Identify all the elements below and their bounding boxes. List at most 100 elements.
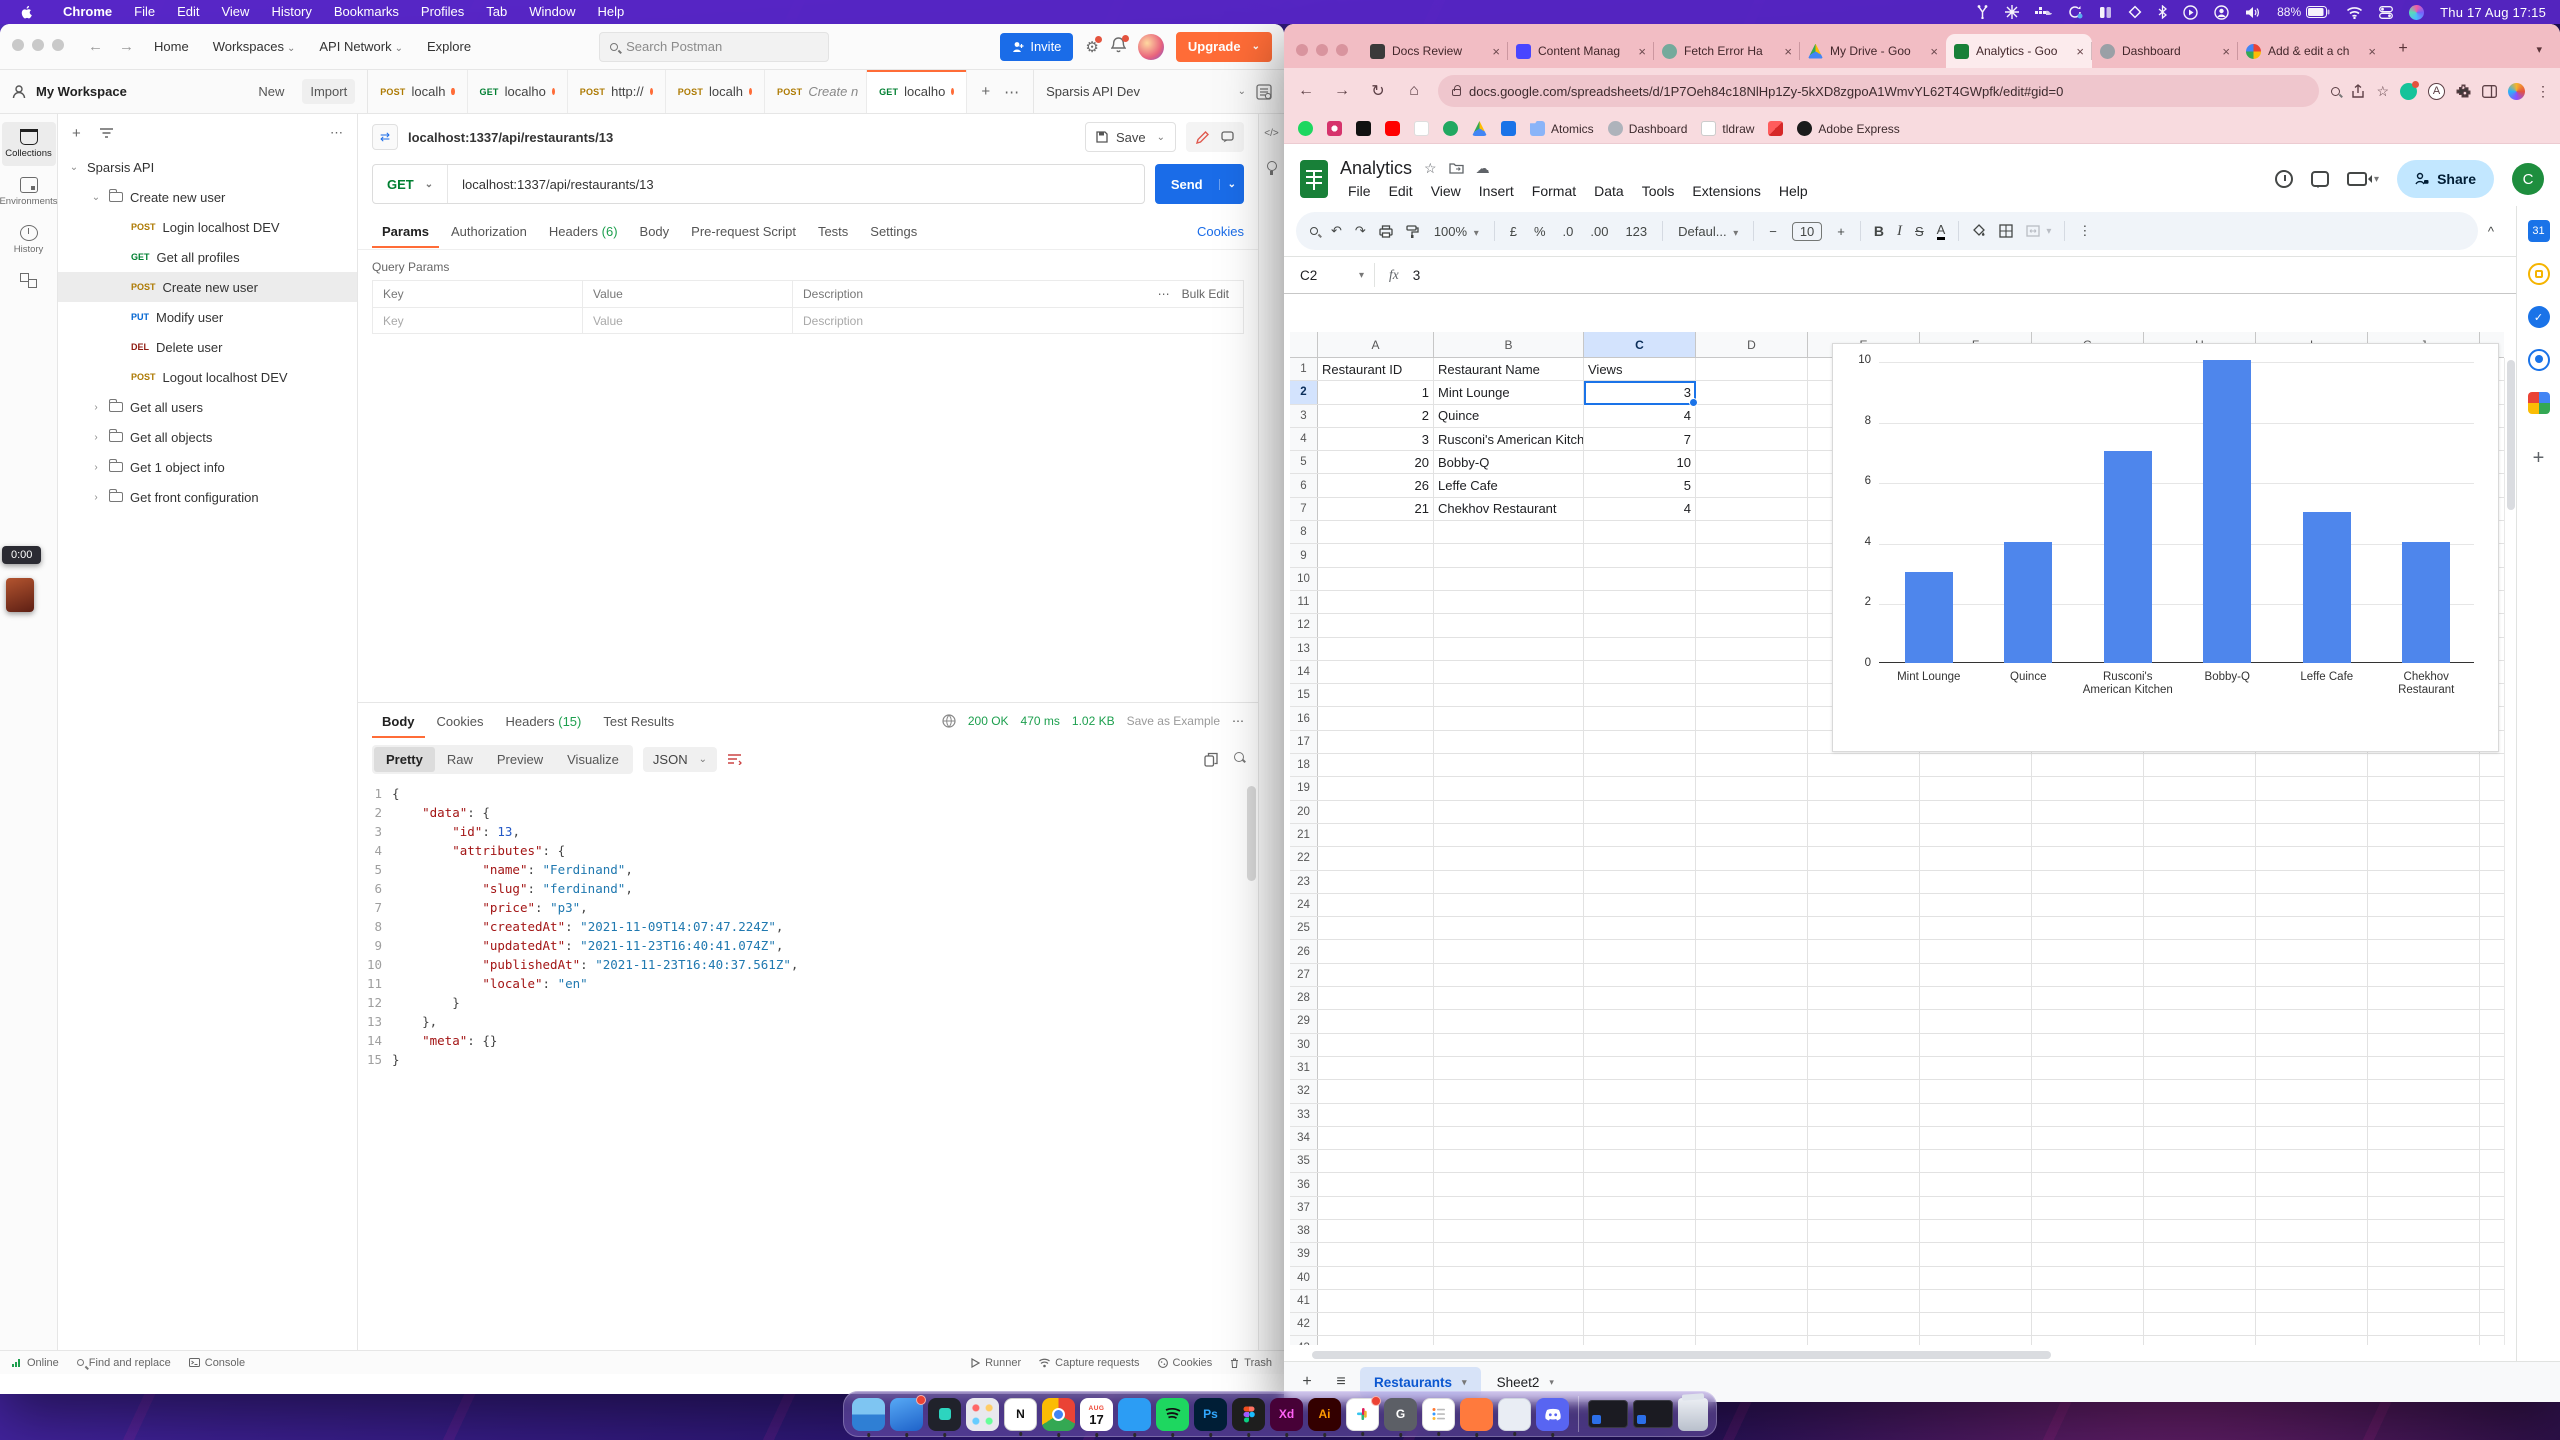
- bulk-edit-link[interactable]: Bulk Edit: [1182, 287, 1229, 301]
- row-header-8[interactable]: 8: [1290, 521, 1318, 543]
- cell-H39[interactable]: [2144, 1243, 2256, 1265]
- nav-home[interactable]: Home: [144, 34, 199, 59]
- cell-E43[interactable]: [1808, 1336, 1920, 1345]
- cell-A11[interactable]: [1318, 591, 1434, 613]
- person-circle-icon[interactable]: [2214, 4, 2229, 20]
- cell-F31[interactable]: [1920, 1057, 2032, 1079]
- dock-finder-icon[interactable]: [852, 1398, 885, 1431]
- nav-workspaces[interactable]: Workspaces⌄: [203, 34, 306, 59]
- decrease-decimals[interactable]: .0: [1561, 224, 1576, 239]
- tree-folder[interactable]: ⌄Create new user: [58, 182, 357, 212]
- cell-G28[interactable]: [2032, 987, 2144, 1009]
- diamond-icon[interactable]: [2128, 4, 2142, 20]
- row-header-20[interactable]: 20: [1290, 801, 1318, 823]
- request-tab-params[interactable]: Params: [372, 215, 439, 248]
- cell-H40[interactable]: [2144, 1267, 2256, 1289]
- row-header-7[interactable]: 7: [1290, 498, 1318, 520]
- sidebar-rail-extra[interactable]: [2, 266, 56, 296]
- find-and-replace[interactable]: Find and replace: [77, 1357, 171, 1369]
- bold-button[interactable]: B: [1874, 223, 1884, 239]
- maps-panel-icon[interactable]: [2528, 392, 2550, 414]
- close-tab-icon[interactable]: ×: [1638, 44, 1646, 59]
- cell-C41[interactable]: [1584, 1290, 1696, 1312]
- minimized-window-thumbnail[interactable]: [1633, 1400, 1673, 1428]
- cell-B34[interactable]: [1434, 1127, 1584, 1149]
- home-icon[interactable]: ⌂: [1402, 82, 1426, 100]
- undo-icon[interactable]: ↶: [1331, 223, 1342, 239]
- cell-J38[interactable]: [2368, 1220, 2480, 1242]
- comments-icon[interactable]: [2311, 171, 2329, 187]
- column-header-B[interactable]: B: [1434, 332, 1584, 357]
- cell-I40[interactable]: [2256, 1267, 2368, 1289]
- cell-C12[interactable]: [1584, 614, 1696, 636]
- cell-G34[interactable]: [2032, 1127, 2144, 1149]
- cell-D38[interactable]: [1696, 1220, 1808, 1242]
- cell-F40[interactable]: [1920, 1267, 2032, 1289]
- snowflake-icon[interactable]: [2005, 4, 2019, 20]
- cell-F38[interactable]: [1920, 1220, 2032, 1242]
- more-formats[interactable]: 123: [1623, 224, 1649, 239]
- response-tab-test-results[interactable]: Test Results: [593, 705, 684, 738]
- calendar-panel-icon[interactable]: 31: [2528, 220, 2550, 242]
- sidebar-rail-history[interactable]: History: [2, 218, 56, 262]
- wrap-lines-icon[interactable]: [727, 752, 742, 768]
- cell-G41[interactable]: [2032, 1290, 2144, 1312]
- cell-D28[interactable]: [1696, 987, 1808, 1009]
- bookmark-tldraw[interactable]: tldraw: [1701, 121, 1754, 136]
- cell-E24[interactable]: [1808, 894, 1920, 916]
- cell-I19[interactable]: [2256, 777, 2368, 799]
- cell-F39[interactable]: [1920, 1243, 2032, 1265]
- browser-tab[interactable]: Analytics - Goo×: [1946, 34, 2092, 68]
- cell-J23[interactable]: [2368, 871, 2480, 893]
- cell-A40[interactable]: [1318, 1267, 1434, 1289]
- request-tab[interactable]: GETlocalho: [867, 70, 967, 113]
- row-header-11[interactable]: 11: [1290, 591, 1318, 613]
- cell-A9[interactable]: [1318, 544, 1434, 566]
- minimize-window-button[interactable]: [32, 39, 44, 51]
- cell-D17[interactable]: [1696, 731, 1808, 753]
- cell-C13[interactable]: [1584, 638, 1696, 660]
- cell-F30[interactable]: [1920, 1034, 2032, 1056]
- all-sheets-icon[interactable]: ≡: [1326, 1373, 1356, 1391]
- save-button[interactable]: Save ⌄: [1085, 122, 1176, 152]
- cell-C32[interactable]: [1584, 1080, 1696, 1102]
- row-header-37[interactable]: 37: [1290, 1197, 1318, 1219]
- cell-D14[interactable]: [1696, 661, 1808, 683]
- a-extension-icon[interactable]: A: [2428, 83, 2445, 100]
- text-color-button[interactable]: A: [1937, 223, 1946, 240]
- sheets-menu-help[interactable]: Help: [1771, 181, 1816, 201]
- cell-I25[interactable]: [2256, 917, 2368, 939]
- cell-F33[interactable]: [1920, 1104, 2032, 1126]
- row-header-1[interactable]: 1: [1290, 358, 1318, 380]
- menubar-item-file[interactable]: File: [123, 0, 166, 24]
- bookmark-red-block[interactable]: [1768, 121, 1783, 136]
- italic-button[interactable]: I: [1897, 223, 1902, 240]
- row-header-10[interactable]: 10: [1290, 568, 1318, 590]
- cell-F26[interactable]: [1920, 940, 2032, 962]
- row-header-36[interactable]: 36: [1290, 1173, 1318, 1195]
- dock-figma-icon[interactable]: [1232, 1398, 1265, 1431]
- cell-E29[interactable]: [1808, 1010, 1920, 1032]
- star-icon[interactable]: ☆: [1424, 160, 1437, 177]
- close-tab-icon[interactable]: ×: [1492, 44, 1500, 59]
- browser-tab[interactable]: Dashboard×: [2092, 34, 2238, 68]
- request-url-value[interactable]: localhost:1337/api/restaurants/13: [448, 177, 668, 192]
- cell-A14[interactable]: [1318, 661, 1434, 683]
- cell-C33[interactable]: [1584, 1104, 1696, 1126]
- cell-F19[interactable]: [1920, 777, 2032, 799]
- request-tab-body[interactable]: Body: [630, 215, 680, 248]
- cell-H23[interactable]: [2144, 871, 2256, 893]
- sheet-tab-menu-icon[interactable]: ▾: [1462, 1377, 1467, 1388]
- cell-I27[interactable]: [2256, 964, 2368, 986]
- cell-A4[interactable]: 3: [1318, 428, 1434, 450]
- add-collection-plus-icon[interactable]: +: [72, 125, 81, 142]
- dock-launchpad-icon[interactable]: [966, 1398, 999, 1431]
- column-header-C[interactable]: C: [1584, 332, 1696, 357]
- cell-D30[interactable]: [1696, 1034, 1808, 1056]
- dock-illustrator-icon[interactable]: Ai: [1308, 1398, 1341, 1431]
- cell-I42[interactable]: [2256, 1313, 2368, 1335]
- refresh-icon[interactable]: ↻: [1366, 81, 1390, 101]
- cell-A36[interactable]: [1318, 1173, 1434, 1195]
- cell-C22[interactable]: [1584, 847, 1696, 869]
- cell-J41[interactable]: [2368, 1290, 2480, 1312]
